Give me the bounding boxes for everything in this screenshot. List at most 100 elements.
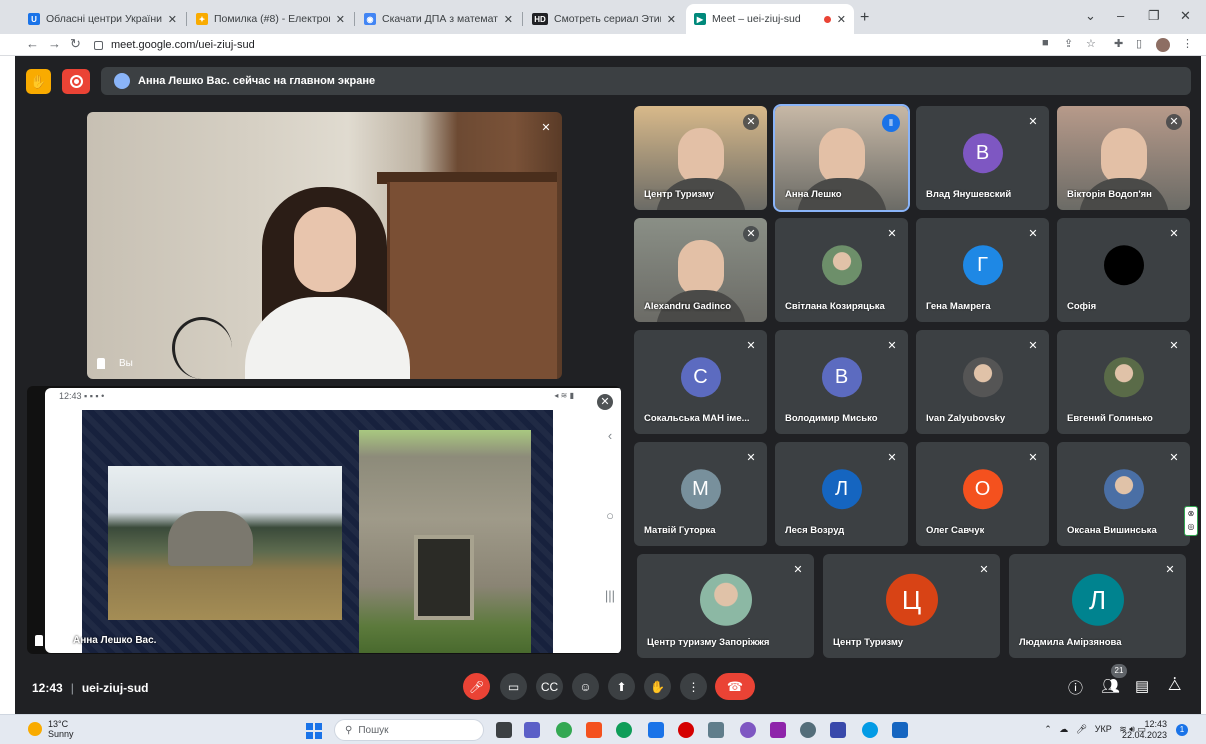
mic-icon[interactable]: 🎤︎ bbox=[1076, 724, 1087, 734]
camera-in-use-icon[interactable]: ■ bbox=[1042, 37, 1049, 49]
captions-button[interactable]: CC bbox=[536, 673, 563, 700]
tab-favicon-icon: ✦ bbox=[196, 13, 208, 25]
tab-title: Скачати ДПА з математики для bbox=[382, 13, 498, 25]
browser-tab-3[interactable]: ◉ Скачати ДПА з математики для ✕ bbox=[356, 6, 521, 32]
back-arrow-icon[interactable]: ← bbox=[26, 36, 39, 51]
store-icon[interactable] bbox=[648, 722, 664, 738]
tab-search-icon[interactable]: ⌄ bbox=[1085, 8, 1096, 24]
background-wardrobe bbox=[387, 182, 557, 379]
browser-tab-2[interactable]: ✦ Помилка (#8) - Електронні щоде ✕ bbox=[188, 6, 353, 32]
menu-kebab-icon[interactable]: ⋮ bbox=[1182, 37, 1193, 50]
calculator-icon[interactable] bbox=[708, 722, 724, 738]
recent-apps-icon[interactable]: ||| bbox=[598, 588, 621, 654]
leave-call-button[interactable]: ☎ bbox=[715, 673, 755, 700]
raise-hand-button[interactable]: ✋ bbox=[644, 673, 671, 700]
participant-name: Анна Лешко bbox=[785, 189, 842, 200]
profile-avatar[interactable] bbox=[1156, 38, 1170, 52]
screen-share-tile[interactable]: 12:43 ▪ ▪ ▪ • ◂ ≋ ▮ ‹ ○ ||| ✕ Анна Лешко… bbox=[27, 386, 621, 654]
url-field[interactable]: meet.google.com/uei-ziuj-sud bbox=[94, 36, 1034, 54]
participant-tile[interactable]: ✕ Центр Туризму bbox=[634, 106, 767, 210]
minimize-button[interactable]: – bbox=[1117, 8, 1124, 23]
meeting-details-icon[interactable]: ⓘ bbox=[1068, 677, 1083, 698]
floating-extension-widget[interactable]: ⊗ ◎ bbox=[1184, 506, 1198, 536]
people-icon[interactable]: 👥︎ bbox=[1101, 677, 1120, 695]
close-tab-icon[interactable]: ✕ bbox=[504, 13, 513, 26]
raised-hand-indicator-icon[interactable]: ✋ bbox=[26, 69, 51, 94]
pin-icon[interactable] bbox=[97, 358, 105, 369]
participant-tile[interactable]: ✕ Евгений Голинько bbox=[1057, 330, 1190, 434]
banner-text: Анна Лешко Вас. сейчас на главном экране bbox=[138, 75, 376, 87]
activities-icon[interactable]: ⧊ bbox=[1168, 677, 1181, 694]
participant-tile[interactable]: B ✕ Володимир Мисько bbox=[775, 330, 908, 434]
task-view-icon[interactable] bbox=[496, 722, 512, 738]
forward-arrow-icon[interactable]: → bbox=[48, 36, 61, 51]
participant-tile[interactable]: M ✕ Матвій Гуторка bbox=[634, 442, 767, 546]
telegram-icon[interactable] bbox=[862, 722, 878, 738]
close-tab-icon[interactable]: ✕ bbox=[336, 13, 345, 26]
close-tab-icon[interactable]: ✕ bbox=[667, 13, 676, 26]
settings-gear-icon[interactable] bbox=[800, 722, 816, 738]
more-options-button[interactable]: ⋮ bbox=[680, 673, 707, 700]
bookmark-star-icon[interactable]: ☆ bbox=[1086, 37, 1096, 50]
share-name: Анна Лешко Вас. bbox=[73, 635, 157, 646]
participant-photo-avatar bbox=[962, 357, 1003, 398]
taskbar-clock[interactable]: 12:43 22.04.2023 bbox=[1122, 719, 1167, 741]
new-tab-button[interactable]: + bbox=[860, 9, 869, 27]
windows-start-icon[interactable] bbox=[306, 723, 322, 739]
edge-icon[interactable] bbox=[616, 722, 632, 738]
participant-tile[interactable]: B ✕ Влад Янушевский bbox=[916, 106, 1049, 210]
extensions-icon[interactable]: ✚ bbox=[1114, 37, 1123, 50]
chat-icon[interactable]: ▤ bbox=[1135, 677, 1149, 695]
close-tab-icon[interactable]: ✕ bbox=[837, 13, 846, 26]
pin-icon[interactable] bbox=[35, 635, 43, 646]
back-chevron-icon[interactable]: ‹ bbox=[598, 428, 621, 508]
opera-icon[interactable] bbox=[678, 722, 694, 738]
notification-badge[interactable]: 1 bbox=[1176, 724, 1188, 736]
mic-off-icon: ✕ bbox=[746, 452, 756, 464]
browser-tab-meet[interactable]: ▶ Meet – uei-ziuj-sud ✕ bbox=[686, 4, 854, 34]
app-icon[interactable] bbox=[830, 722, 846, 738]
language-indicator[interactable]: УКР bbox=[1095, 724, 1112, 734]
participant-name: Олег Савчук bbox=[926, 525, 985, 536]
camera-toggle-button[interactable]: ▭ bbox=[500, 673, 527, 700]
close-window-button[interactable]: ✕ bbox=[1180, 8, 1191, 24]
weather-widget[interactable]: 13°C Sunny bbox=[28, 719, 74, 739]
participant-tile[interactable]: C ✕ Сокальська МАН іме... bbox=[634, 330, 767, 434]
mic-off-icon: ✕ bbox=[1028, 228, 1038, 240]
present-screen-button[interactable]: ⬆ bbox=[608, 673, 635, 700]
participant-tile[interactable]: ✕ Оксана Вишинська bbox=[1057, 442, 1190, 546]
word-icon[interactable] bbox=[892, 722, 908, 738]
participant-tile[interactable]: Ц ✕ Центр Туризму bbox=[823, 554, 1000, 658]
teams-icon[interactable] bbox=[524, 722, 540, 738]
participant-tile[interactable]: ✕ Ivan Zalyubovsky bbox=[916, 330, 1049, 434]
participant-tile[interactable]: Л ✕ Леся Возруд bbox=[775, 442, 908, 546]
chrome-icon[interactable] bbox=[556, 722, 572, 738]
share-icon[interactable]: ⇪ bbox=[1064, 37, 1073, 50]
participant-tile[interactable]: ⦀ Анна Лешко bbox=[773, 104, 910, 212]
home-circle-icon[interactable]: ○ bbox=[598, 508, 621, 588]
participant-tile[interactable]: O ✕ Олег Савчук bbox=[916, 442, 1049, 546]
reload-icon[interactable]: ↻ bbox=[70, 36, 81, 52]
participant-tile[interactable]: ✕ Світлана Козиряцька bbox=[775, 218, 908, 322]
participant-tile[interactable]: Г ✕ Гена Мамрега bbox=[916, 218, 1049, 322]
close-tab-icon[interactable]: ✕ bbox=[168, 13, 177, 26]
taskbar-search-field[interactable]: ⚲ Пошук bbox=[334, 719, 484, 741]
self-video-tile[interactable]: ✕ Вы bbox=[87, 112, 562, 379]
app-icon[interactable] bbox=[770, 722, 786, 738]
viber-icon[interactable] bbox=[740, 722, 756, 738]
recording-button[interactable] bbox=[62, 69, 90, 94]
office-icon[interactable] bbox=[586, 722, 602, 738]
emoji-reaction-button[interactable]: ☺ bbox=[572, 673, 599, 700]
cloud-icon[interactable]: ☁ bbox=[1059, 724, 1068, 734]
browser-tab-4[interactable]: HD Смотреть сериал Этим летом я ✕ bbox=[524, 6, 684, 32]
participant-tile[interactable]: ✕ Центр туризму Запоріжжя bbox=[637, 554, 814, 658]
participant-tile[interactable]: ✕ Софія bbox=[1057, 218, 1190, 322]
tray-chevron-icon[interactable]: ⌃ bbox=[1044, 724, 1052, 734]
mic-toggle-button[interactable]: 🎤︎ bbox=[463, 673, 490, 700]
participant-tile[interactable]: ✕ Alexandru Gadinco bbox=[634, 218, 767, 322]
restore-button[interactable]: ❐ bbox=[1148, 8, 1160, 24]
browser-tab-1[interactable]: U Обласні центри України | Насе ✕ bbox=[20, 6, 185, 32]
side-panel-icon[interactable]: ▯ bbox=[1136, 37, 1142, 50]
participant-tile[interactable]: Л ✕ Людмила Амірзянова bbox=[1009, 554, 1186, 658]
participant-tile[interactable]: ✕ Вікторія Водоп'ян bbox=[1057, 106, 1190, 210]
